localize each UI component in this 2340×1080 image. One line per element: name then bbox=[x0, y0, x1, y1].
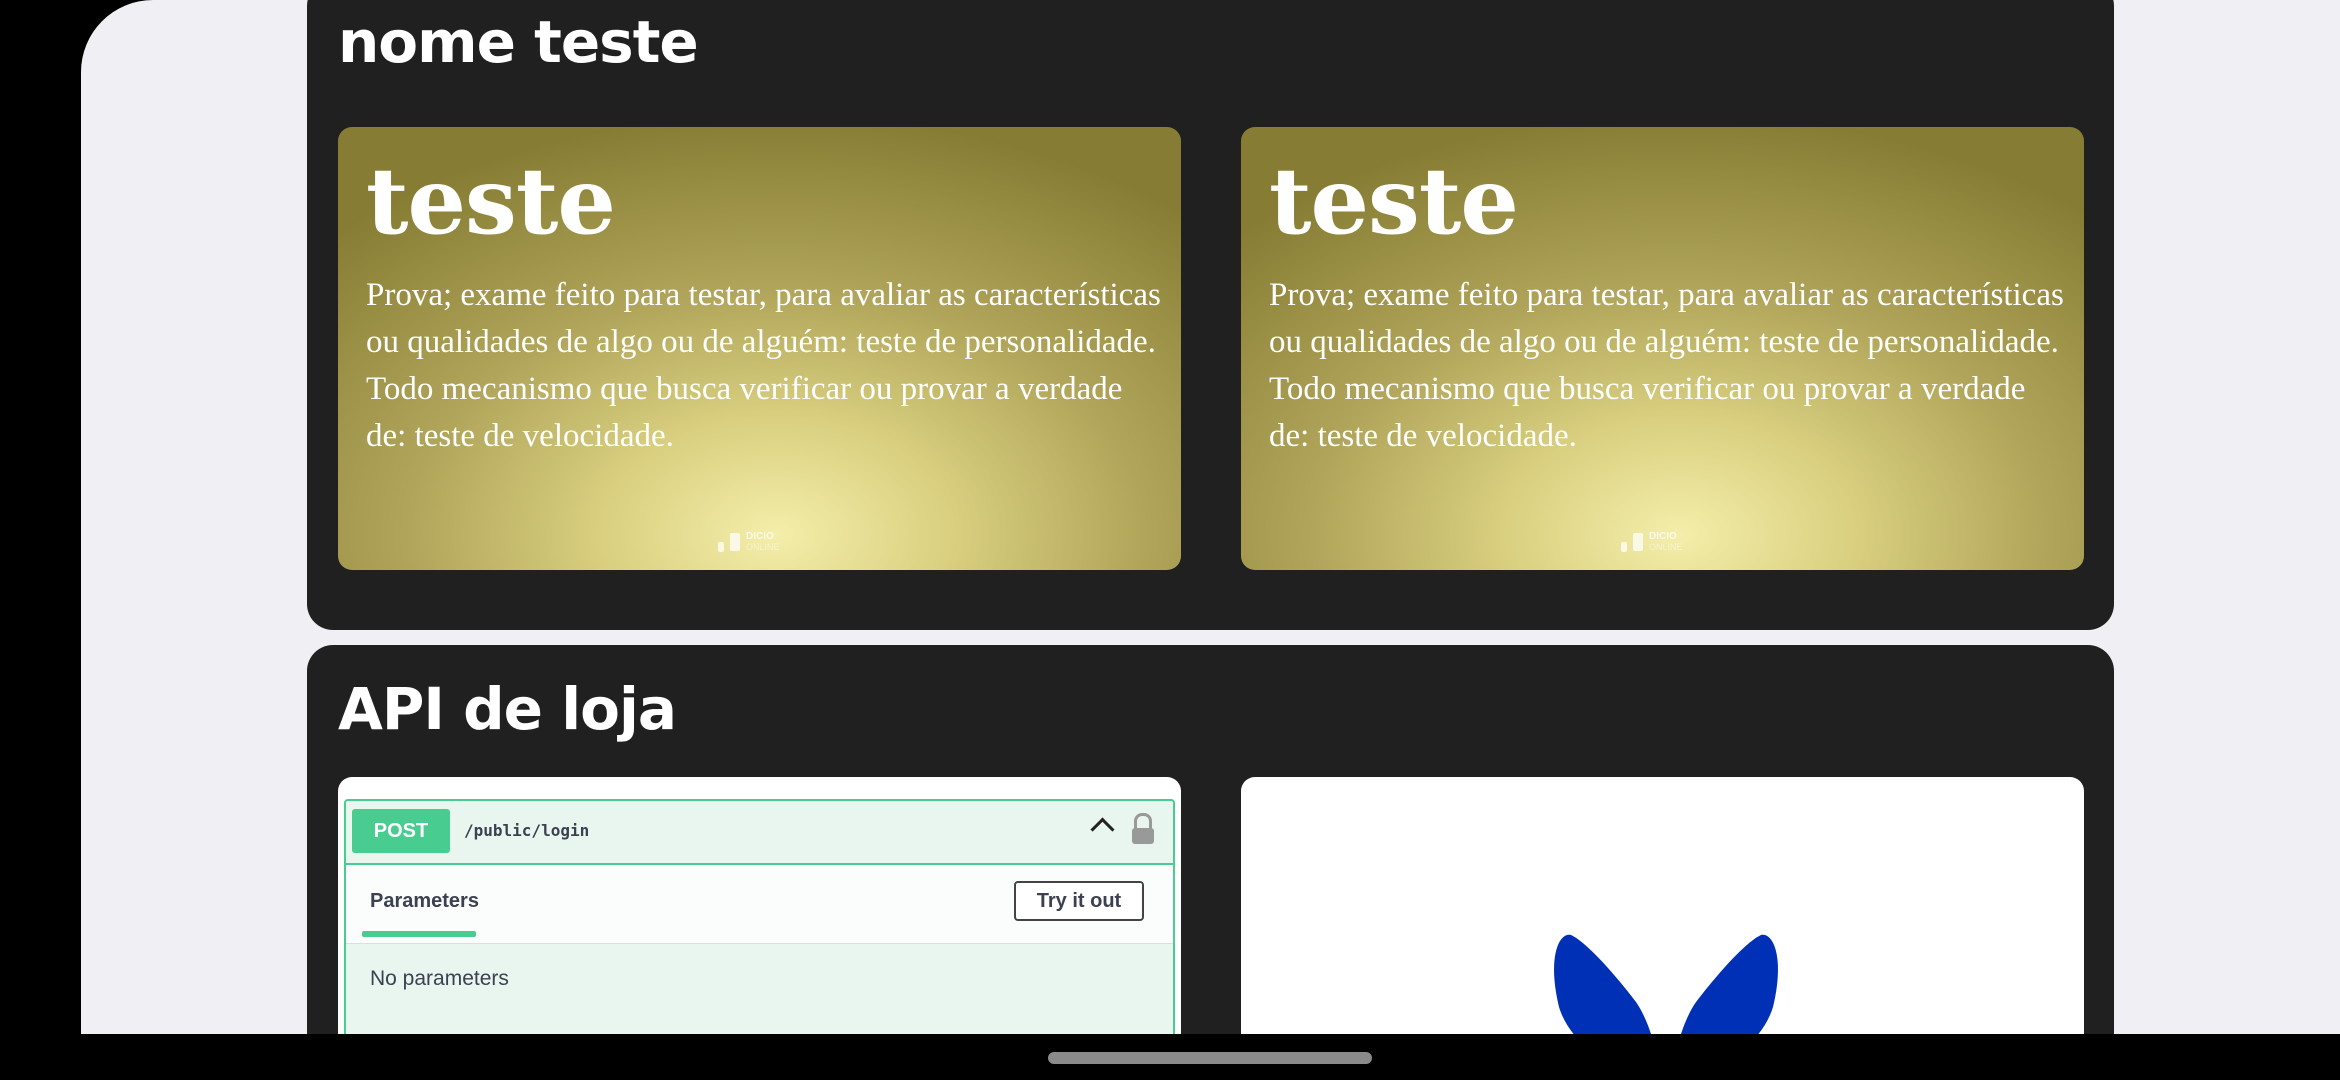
http-method-badge: POST bbox=[352, 809, 450, 853]
logo-block-icon bbox=[1621, 542, 1627, 552]
brand-name: DICIO bbox=[1649, 531, 1677, 542]
project-card[interactable]: API de loja POST /public/login Parameter… bbox=[307, 645, 2114, 1034]
definition-line: Todo mecanismo que busca verificar ou pr… bbox=[1269, 371, 2026, 454]
operation-header: POST /public/login bbox=[346, 801, 1173, 865]
screen: nome teste teste Prova; exame feito para… bbox=[81, 0, 2340, 1034]
definition-line: Prova; exame feito para testar, para ava… bbox=[1269, 277, 2064, 360]
tab-underline bbox=[362, 931, 476, 937]
chevron-up-icon bbox=[1090, 817, 1115, 842]
try-it-out-button: Try it out bbox=[1014, 881, 1144, 921]
definition-word: teste bbox=[366, 147, 616, 255]
dicio-logo: DICIO ONLINE bbox=[718, 532, 780, 552]
project-logo-image[interactable] bbox=[1241, 777, 2084, 1034]
lock-icon bbox=[1132, 813, 1154, 844]
definition-line: Todo mecanismo que busca verificar ou pr… bbox=[366, 371, 1123, 454]
endpoint-path: /public/login bbox=[464, 821, 590, 840]
definition-word: teste bbox=[1269, 147, 1519, 255]
project-title: nome teste bbox=[338, 8, 699, 76]
swagger-screenshot[interactable]: POST /public/login Parameters Try it out… bbox=[338, 777, 1181, 1034]
project-card[interactable]: nome teste teste Prova; exame feito para… bbox=[307, 0, 2114, 630]
brand-sub: ONLINE bbox=[746, 542, 780, 552]
parameters-bar: Parameters Try it out bbox=[346, 865, 1173, 944]
dicio-logo: DICIO ONLINE bbox=[1621, 532, 1683, 552]
blue-wings-logo-icon bbox=[1554, 934, 1778, 1034]
project-title: API de loja bbox=[338, 675, 677, 743]
definition-text: Prova; exame feito para testar, para ava… bbox=[366, 272, 1166, 460]
parameters-tab: Parameters bbox=[370, 890, 479, 912]
definition-line: Prova; exame feito para testar, para ava… bbox=[366, 277, 1161, 360]
definition-text: Prova; exame feito para testar, para ava… bbox=[1269, 272, 2069, 460]
brand-sub: ONLINE bbox=[1649, 542, 1683, 552]
swagger-operation: POST /public/login Parameters Try it out… bbox=[344, 799, 1175, 1034]
project-image-definition[interactable]: teste Prova; exame feito para testar, pa… bbox=[1241, 127, 2084, 570]
logo-block-icon bbox=[730, 533, 740, 551]
no-parameters-text: No parameters bbox=[370, 967, 509, 990]
logo-block-icon bbox=[1633, 533, 1643, 551]
logo-block-icon bbox=[718, 542, 724, 552]
brand-name: DICIO bbox=[746, 531, 774, 542]
project-image-definition[interactable]: teste Prova; exame feito para testar, pa… bbox=[338, 127, 1181, 570]
home-indicator[interactable] bbox=[1048, 1052, 1372, 1064]
